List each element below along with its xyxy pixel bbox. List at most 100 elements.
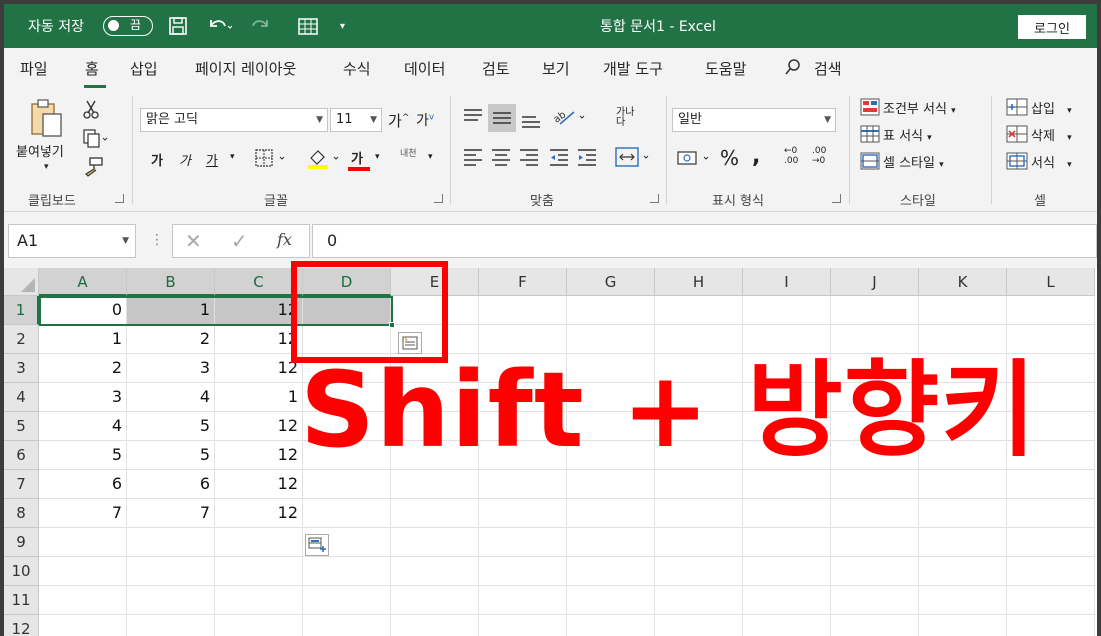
cell-a6[interactable]: 5 bbox=[39, 441, 127, 470]
align-right-icon[interactable] bbox=[518, 146, 540, 170]
font-launcher-icon[interactable] bbox=[434, 194, 443, 203]
number-launcher-icon[interactable] bbox=[832, 194, 841, 203]
cell-b6[interactable]: 5 bbox=[127, 441, 215, 470]
cell-c11[interactable] bbox=[215, 586, 303, 615]
cell-h1[interactable] bbox=[655, 296, 743, 325]
cut-icon[interactable] bbox=[82, 99, 100, 123]
cell-d11[interactable] bbox=[303, 586, 391, 615]
insert-function-icon[interactable]: fx bbox=[277, 230, 292, 249]
cell-h9[interactable] bbox=[655, 528, 743, 557]
cell-b5[interactable]: 5 bbox=[127, 412, 215, 441]
cell-a9[interactable] bbox=[39, 528, 127, 557]
tab-view[interactable]: 보기 bbox=[542, 58, 570, 79]
column-header-l[interactable]: L bbox=[1007, 268, 1095, 296]
format-as-table-button[interactable]: 표 서식 ▾ bbox=[883, 125, 932, 144]
cell-h7[interactable] bbox=[655, 470, 743, 499]
copy-icon[interactable] bbox=[82, 128, 110, 152]
increase-indent-icon[interactable] bbox=[576, 146, 598, 170]
align-top-icon[interactable] bbox=[462, 106, 484, 130]
cell-b7[interactable]: 6 bbox=[127, 470, 215, 499]
wrap-text-button[interactable]: 가나다 bbox=[616, 108, 636, 128]
cell-b10[interactable] bbox=[127, 557, 215, 586]
cell-b9[interactable] bbox=[127, 528, 215, 557]
accounting-format-icon[interactable] bbox=[676, 148, 716, 172]
cell-h10[interactable] bbox=[655, 557, 743, 586]
cell-g9[interactable] bbox=[567, 528, 655, 557]
redo-icon[interactable] bbox=[250, 4, 276, 48]
column-header-i[interactable]: I bbox=[743, 268, 831, 296]
cell-h11[interactable] bbox=[655, 586, 743, 615]
cell-l10[interactable] bbox=[1007, 557, 1095, 586]
delete-cells-icon[interactable] bbox=[1006, 125, 1028, 147]
cell-f8[interactable] bbox=[479, 499, 567, 528]
cell-c3[interactable]: 12 bbox=[215, 354, 303, 383]
cell-k7[interactable] bbox=[919, 470, 1007, 499]
underline-button[interactable]: 가 bbox=[206, 150, 218, 169]
cell-b12[interactable] bbox=[127, 615, 215, 636]
cell-a4[interactable]: 3 bbox=[39, 383, 127, 412]
cell-j11[interactable] bbox=[831, 586, 919, 615]
conditional-format-button[interactable]: 조건부 서식 ▾ bbox=[883, 98, 956, 117]
cell-j8[interactable] bbox=[831, 499, 919, 528]
cell-f10[interactable] bbox=[479, 557, 567, 586]
row-header-8[interactable]: 8 bbox=[4, 499, 39, 528]
select-all-button[interactable] bbox=[4, 268, 39, 296]
format-cells-button[interactable]: 서식 ▾ bbox=[1031, 152, 1072, 171]
cell-f11[interactable] bbox=[479, 586, 567, 615]
cell-i8[interactable] bbox=[743, 499, 831, 528]
confirm-icon[interactable]: ✓ bbox=[231, 229, 248, 253]
cell-g7[interactable] bbox=[567, 470, 655, 499]
cell-c9[interactable] bbox=[215, 528, 303, 557]
undo-icon[interactable] bbox=[206, 4, 232, 48]
tab-data[interactable]: 데이터 bbox=[404, 58, 445, 79]
row-header-2[interactable]: 2 bbox=[4, 325, 39, 354]
cell-e10[interactable] bbox=[391, 557, 479, 586]
font-color-button[interactable]: 가 bbox=[351, 148, 363, 167]
cell-k9[interactable] bbox=[919, 528, 1007, 557]
tab-formulas[interactable]: 수식 bbox=[343, 58, 371, 79]
row-header-10[interactable]: 10 bbox=[4, 557, 39, 586]
cell-l11[interactable] bbox=[1007, 586, 1095, 615]
cell-i11[interactable] bbox=[743, 586, 831, 615]
column-header-j[interactable]: J bbox=[831, 268, 919, 296]
align-bottom-icon[interactable] bbox=[520, 110, 542, 134]
decrease-indent-icon[interactable] bbox=[548, 146, 570, 170]
tab-help[interactable]: 도움말 bbox=[705, 58, 746, 79]
cell-a10[interactable] bbox=[39, 557, 127, 586]
cell-c2[interactable]: 12 bbox=[215, 325, 303, 354]
column-header-f[interactable]: F bbox=[479, 268, 567, 296]
cell-j9[interactable] bbox=[831, 528, 919, 557]
insert-cells-icon[interactable] bbox=[1006, 98, 1028, 120]
bold-button[interactable]: 가 bbox=[151, 150, 163, 169]
align-center-icon[interactable] bbox=[490, 146, 512, 170]
cell-f7[interactable] bbox=[479, 470, 567, 499]
cell-i9[interactable] bbox=[743, 528, 831, 557]
cell-k10[interactable] bbox=[919, 557, 1007, 586]
table-grid-icon[interactable] bbox=[297, 4, 319, 48]
cell-h8[interactable] bbox=[655, 499, 743, 528]
cell-j1[interactable] bbox=[831, 296, 919, 325]
cell-l7[interactable] bbox=[1007, 470, 1095, 499]
orientation-icon[interactable]: ab bbox=[552, 106, 588, 132]
cell-b8[interactable]: 7 bbox=[127, 499, 215, 528]
cell-a2[interactable]: 1 bbox=[39, 325, 127, 354]
cell-b3[interactable]: 3 bbox=[127, 354, 215, 383]
cell-b4[interactable]: 4 bbox=[127, 383, 215, 412]
clipboard-launcher-icon[interactable] bbox=[115, 194, 124, 203]
autosave-toggle[interactable]: 끔 bbox=[103, 16, 153, 36]
font-size-select[interactable]: 11 ▼ bbox=[330, 108, 382, 132]
merge-center-icon[interactable] bbox=[614, 146, 654, 172]
cell-h12[interactable] bbox=[655, 615, 743, 636]
cell-j7[interactable] bbox=[831, 470, 919, 499]
cell-a5[interactable]: 4 bbox=[39, 412, 127, 441]
auto-fill-options-icon[interactable] bbox=[305, 534, 329, 556]
column-header-h[interactable]: H bbox=[655, 268, 743, 296]
cell-a8[interactable]: 7 bbox=[39, 499, 127, 528]
column-header-k[interactable]: K bbox=[919, 268, 1007, 296]
cell-d8[interactable] bbox=[303, 499, 391, 528]
cell-e8[interactable] bbox=[391, 499, 479, 528]
cell-i1[interactable] bbox=[743, 296, 831, 325]
tab-review[interactable]: 검토 bbox=[482, 58, 510, 79]
cell-d7[interactable] bbox=[303, 470, 391, 499]
name-box[interactable]: A1 ▼ bbox=[8, 224, 136, 258]
